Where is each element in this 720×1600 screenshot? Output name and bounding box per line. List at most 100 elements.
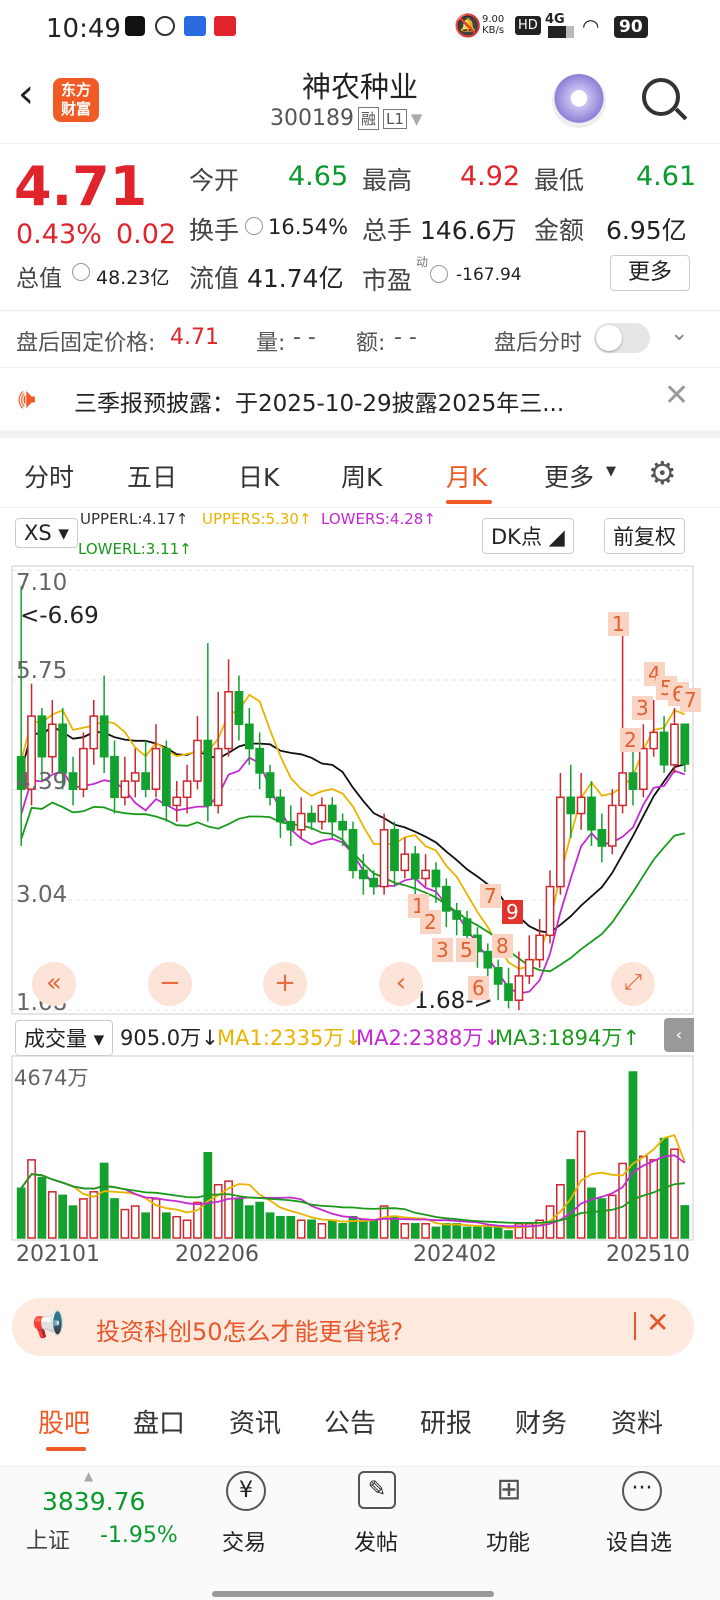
candle-body: [172, 796, 182, 807]
candle-body: [244, 723, 254, 750]
tab-research[interactable]: 研报: [420, 1403, 472, 1440]
last-price: 4.71: [14, 155, 148, 218]
candle-body: [203, 739, 213, 807]
volume-bar: [161, 1212, 171, 1239]
volume-bar: [16, 1187, 26, 1239]
candle-body: [276, 796, 285, 823]
candle-body: [234, 691, 244, 725]
tab-weekly-k[interactable]: 周K: [341, 458, 382, 494]
stock-name: 神农种业: [301, 70, 418, 104]
edit-post-icon[interactable]: ✎: [358, 1471, 396, 1509]
volume-bar: [369, 1219, 379, 1239]
volume-bar: [597, 1198, 607, 1239]
promo-banner[interactable]: 📢 投资科创50怎么才能更省钱? ✕: [12, 1298, 694, 1356]
candle-body: [659, 731, 669, 766]
gear-icon[interactable]: ⚙: [648, 454, 677, 492]
chevron-up-icon[interactable]: ▲: [84, 1469, 93, 1483]
pe-label: 市盈: [362, 266, 413, 295]
quote-panel: 4.71 0.43% 0.02 总值 48.23亿 今开 4.65 最高 4.9…: [0, 145, 720, 305]
tab-orderbook[interactable]: 盘口: [133, 1403, 185, 1440]
tab-more[interactable]: 更多: [544, 458, 594, 494]
zoom-in-icon[interactable]: +: [263, 962, 307, 1006]
volume-max-tick: 4674万: [14, 1066, 88, 1090]
info-icon[interactable]: [430, 265, 448, 283]
volume-bar: [504, 1230, 513, 1239]
trade-icon[interactable]: ¥: [226, 1471, 266, 1511]
search-icon-handle: [674, 107, 688, 121]
app-badge-icon: [214, 16, 236, 36]
add-watchlist-label[interactable]: 设自选: [606, 1525, 672, 1557]
tab-monthly-k[interactable]: 月K: [446, 458, 487, 494]
eastmoney-notify-icon: [184, 16, 206, 36]
volume-ma2: MA2:2388万↓: [356, 1026, 501, 1050]
high-label: 最高: [362, 166, 413, 195]
tab-announcements[interactable]: 公告: [324, 1403, 376, 1440]
volume-bar: [483, 1226, 493, 1239]
volume-bar: [141, 1212, 150, 1239]
tab-financials[interactable]: 财务: [515, 1403, 567, 1440]
mktcap-label: 总值: [16, 266, 62, 292]
candle-body: [327, 804, 337, 823]
function-label[interactable]: 功能: [486, 1525, 530, 1557]
zoom-out-icon[interactable]: −: [148, 962, 192, 1006]
info-icon[interactable]: [72, 263, 90, 281]
fullscreen-icon[interactable]: ⤢: [611, 962, 655, 1006]
candle-body: [556, 796, 565, 888]
tab-intraday[interactable]: 分时: [24, 458, 74, 494]
more-button[interactable]: 更多: [610, 255, 690, 291]
tiktok-icon: [125, 16, 145, 36]
assistant-robot-icon[interactable]: [552, 74, 606, 128]
apps-grid-icon[interactable]: ⊞: [490, 1471, 528, 1509]
volume-bar: [473, 1226, 482, 1239]
y-tick-4: 3.04: [16, 882, 67, 908]
tab-forum[interactable]: 股吧: [38, 1403, 90, 1440]
tab-profile[interactable]: 资料: [611, 1403, 663, 1440]
volume-indicator-select[interactable]: 成交量 ▾: [15, 1020, 114, 1056]
tab-news[interactable]: 资讯: [229, 1403, 281, 1440]
candle-body: [576, 796, 586, 815]
index-pct[interactable]: -1.95%: [100, 1523, 178, 1548]
after-fixed-label: 盘后固定价格:: [16, 331, 156, 356]
level-badge: L1: [383, 108, 407, 129]
trade-label[interactable]: 交易: [222, 1525, 266, 1557]
after-hours-row: 盘后固定价格: 4.71 量: - - 额: - - 盘后分时 ⌄: [0, 310, 720, 368]
stock-code-row[interactable]: 300189 融 L1 ▼: [270, 106, 422, 131]
add-watchlist-icon[interactable]: ···: [622, 1471, 662, 1511]
tab-five-day[interactable]: 五日: [127, 458, 177, 494]
y-tick-3: 4.39: [16, 769, 67, 795]
index-value[interactable]: 3839.76: [42, 1487, 145, 1516]
after-vol-value: - -: [293, 325, 316, 350]
index-name[interactable]: 上证: [26, 1523, 70, 1555]
candle-body: [79, 747, 88, 790]
candle-body: [431, 869, 441, 888]
notice-bar[interactable]: 🕪 三季报预披露：于2025-10-29披露2025年三... ✕: [0, 368, 720, 438]
close-icon[interactable]: ✕: [664, 378, 689, 413]
candle-body: [483, 950, 493, 969]
candle-body: [89, 715, 99, 750]
scroll-left-fast-icon[interactable]: «: [32, 962, 76, 1006]
post-label[interactable]: 发帖: [354, 1525, 398, 1557]
tab-daily-k[interactable]: 日K: [238, 458, 279, 494]
volume-bar: [390, 1215, 399, 1239]
collapse-panel-icon[interactable]: ‹: [664, 1018, 694, 1052]
after-timeshare-toggle[interactable]: [594, 323, 650, 353]
candle-body: [120, 780, 130, 799]
chevron-down-icon[interactable]: ⌄: [670, 321, 688, 346]
volume-bar: [358, 1219, 368, 1239]
close-icon[interactable]: ✕: [646, 1306, 669, 1339]
info-icon[interactable]: [245, 217, 263, 235]
candle-body: [348, 829, 358, 872]
volume-label: 总手: [362, 216, 413, 245]
net-speed: 9.00 KB/s: [482, 14, 505, 36]
volume-bar: [68, 1205, 78, 1239]
candle-body: [566, 796, 576, 815]
after-amt-value: - -: [394, 325, 417, 350]
app-notify-icon: [155, 16, 175, 36]
candle-body: [649, 731, 659, 750]
candle-body: [369, 877, 379, 888]
volume-bar: [47, 1191, 57, 1239]
candle-body: [638, 747, 648, 790]
candle-body: [224, 691, 233, 750]
candle-body: [390, 829, 399, 872]
scroll-left-icon[interactable]: ‹: [379, 962, 423, 1006]
